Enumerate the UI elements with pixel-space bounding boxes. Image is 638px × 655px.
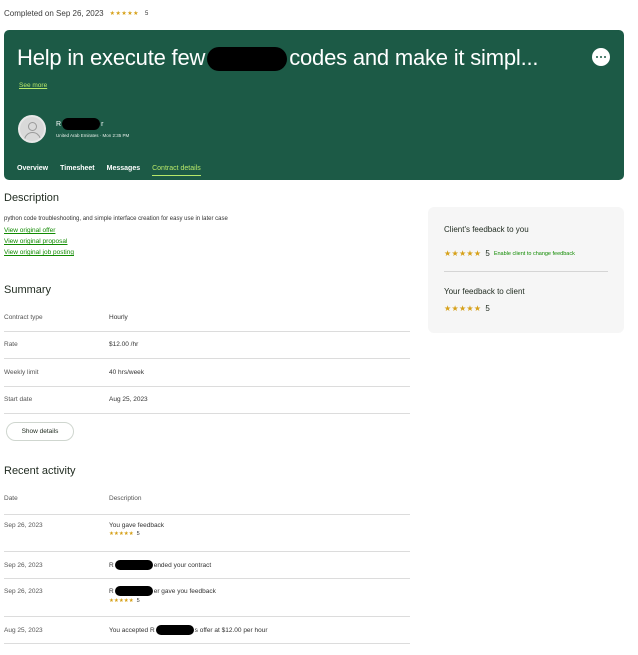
star-rating-icon: ★★★★★ bbox=[109, 531, 134, 537]
activity-text-start: R bbox=[109, 561, 114, 569]
activity-header-row: Date Description bbox=[4, 495, 410, 515]
activity-rating: ★★★★★ 5 bbox=[109, 531, 164, 537]
tab-overview[interactable]: Overview bbox=[17, 165, 48, 176]
summary-row: Contract type Hourly bbox=[4, 314, 410, 332]
client-name: Rr bbox=[56, 118, 103, 130]
avatar-body-icon bbox=[24, 132, 41, 141]
date-column-header: Date bbox=[4, 495, 18, 502]
activity-text-start: R bbox=[109, 587, 114, 595]
client-feedback-rating: ★★★★★ 5 Enable client to change feedback bbox=[444, 249, 575, 258]
rating-value: 5 bbox=[136, 531, 140, 537]
activity-row: Sep 26, 2023 Rended your contract bbox=[4, 560, 410, 579]
tab-contract-details[interactable]: Contract details bbox=[152, 165, 201, 176]
dot-icon bbox=[599, 55, 603, 59]
summary-row: Rate $12.00 /hr bbox=[4, 341, 410, 359]
contract-header-banner: Help in execute few codes and make it sim… bbox=[4, 30, 624, 180]
completed-text: Completed on Sep 26, 2023 bbox=[4, 9, 104, 18]
activity-row: Sep 26, 2023 Rer gave you feedback ★★★★★… bbox=[4, 586, 410, 617]
summary-value: Hourly bbox=[109, 314, 128, 321]
more-options-button[interactable] bbox=[592, 48, 610, 66]
avatar-head-icon bbox=[28, 122, 37, 131]
summary-label: Start date bbox=[4, 396, 33, 403]
job-title-start: Help in execute few bbox=[17, 45, 206, 70]
enable-change-feedback-link[interactable]: Enable client to change feedback bbox=[494, 251, 575, 257]
client-location-time: United Arab Emirates · Mon 2:35 PM bbox=[56, 133, 130, 138]
client-avatar bbox=[18, 115, 46, 143]
description-text: python code troubleshooting, and simple … bbox=[4, 216, 228, 222]
your-feedback-rating: ★★★★★ 5 bbox=[444, 304, 490, 313]
summary-label: Weekly limit bbox=[4, 369, 39, 376]
rating-value: 5 bbox=[145, 10, 149, 17]
activity-date: Sep 26, 2023 bbox=[4, 562, 43, 569]
activity-row: Sep 26, 2023 You gave feedback ★★★★★ 5 bbox=[4, 522, 410, 552]
activity-date: Sep 26, 2023 bbox=[4, 522, 43, 529]
rating-value: 5 bbox=[485, 304, 490, 313]
client-feedback-heading: Client's feedback to you bbox=[444, 225, 529, 234]
job-title-end: codes and make it simpl... bbox=[289, 45, 539, 70]
activity-description: Rer gave you feedback ★★★★★ 5 bbox=[109, 586, 216, 604]
client-name-end: r bbox=[101, 120, 104, 128]
redaction-mark bbox=[114, 586, 153, 596]
client-name-start: R bbox=[56, 120, 62, 128]
see-more-link[interactable]: See more bbox=[19, 82, 47, 89]
summary-row: Weekly limit 40 hrs/week bbox=[4, 369, 410, 387]
summary-value: $12.00 /hr bbox=[109, 341, 139, 348]
activity-text: You gave feedback bbox=[109, 522, 165, 529]
activity-description: Rended your contract bbox=[109, 560, 211, 570]
activity-date: Aug 25, 2023 bbox=[4, 627, 43, 634]
rating-stars-icon: ★★★★★ bbox=[109, 11, 140, 17]
view-original-proposal-link[interactable]: View original proposal bbox=[4, 238, 67, 245]
tab-messages[interactable]: Messages bbox=[107, 165, 140, 176]
recent-activity-heading: Recent activity bbox=[4, 465, 76, 477]
activity-description: You gave feedback ★★★★★ 5 bbox=[109, 522, 164, 537]
redaction-mark bbox=[207, 47, 288, 72]
your-feedback-heading: Your feedback to client bbox=[444, 287, 525, 296]
tab-timesheet[interactable]: Timesheet bbox=[60, 165, 95, 176]
activity-date: Sep 26, 2023 bbox=[4, 588, 43, 595]
summary-label: Contract type bbox=[4, 314, 43, 321]
star-rating-icon: ★★★★★ bbox=[109, 598, 134, 604]
star-rating-icon: ★★★★★ bbox=[444, 304, 482, 313]
activity-text-end: er gave you feedback bbox=[153, 587, 216, 595]
activity-row: Aug 25, 2023 You accepted R s offer at $1… bbox=[4, 625, 410, 644]
view-original-job-posting-link[interactable]: View original job posting bbox=[4, 249, 74, 256]
rating-value: 5 bbox=[136, 598, 140, 604]
summary-value: Aug 25, 2023 bbox=[109, 396, 148, 403]
activity-rating: ★★★★★ 5 bbox=[109, 598, 216, 604]
summary-heading: Summary bbox=[4, 284, 52, 296]
feedback-divider bbox=[444, 271, 608, 272]
job-title: Help in execute few codes and make it sim… bbox=[17, 45, 539, 72]
redaction-mark bbox=[114, 560, 153, 570]
description-heading: Description bbox=[4, 192, 60, 204]
summary-row: Start date Aug 25, 2023 bbox=[4, 396, 410, 414]
redaction-mark bbox=[62, 118, 101, 130]
view-original-offer-link[interactable]: View original offer bbox=[4, 227, 55, 234]
activity-description: You accepted R s offer at $12.00 per hour bbox=[109, 625, 268, 635]
star-rating-icon: ★★★★★ bbox=[444, 249, 482, 258]
redaction-mark bbox=[155, 625, 194, 635]
activity-text-end: s offer at $12.00 per hour bbox=[194, 626, 268, 634]
show-details-button[interactable]: Show details bbox=[6, 422, 74, 441]
summary-label: Rate bbox=[4, 341, 18, 348]
description-column-header: Description bbox=[109, 495, 142, 502]
dot-icon bbox=[595, 55, 599, 59]
dot-icon bbox=[603, 55, 607, 59]
summary-value: 40 hrs/week bbox=[109, 369, 145, 376]
rating-value: 5 bbox=[485, 249, 490, 258]
activity-text-start: You accepted R bbox=[109, 626, 155, 634]
completed-status: Completed on Sep 26, 2023 ★★★★★ 5 bbox=[4, 9, 148, 18]
contract-tabs: Overview Timesheet Messages Contract det… bbox=[17, 165, 201, 176]
activity-text-end: ended your contract bbox=[153, 561, 212, 569]
